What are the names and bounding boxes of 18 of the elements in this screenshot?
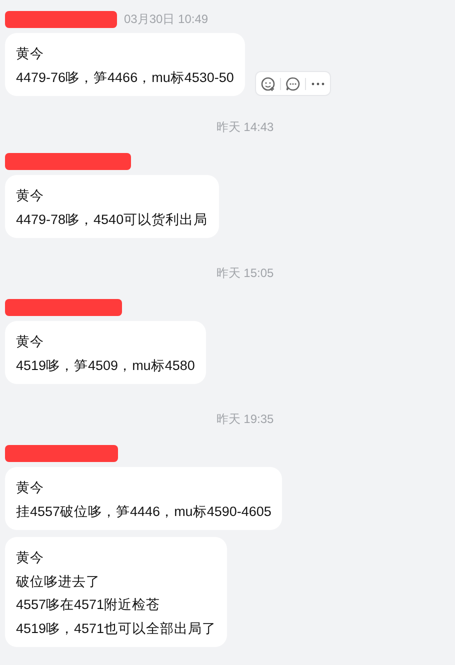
comment-icon[interactable] xyxy=(284,76,301,92)
message-text: 黄今 xyxy=(16,45,45,63)
timestamp: 昨天 15:05 xyxy=(216,266,274,280)
message-text: 挂4557破位哆，笋4446，mu标4590-4605 xyxy=(16,502,272,520)
message-text: 黄今 xyxy=(16,479,45,497)
message-text: 4557哆在4571附近检苍 xyxy=(16,596,162,614)
timestamp: 03月30日 10:49 xyxy=(124,11,208,28)
message-text: 4519哆，4571也可以全部出局了 xyxy=(16,620,216,638)
timestamp: 昨天 14:43 xyxy=(216,120,274,134)
message-text: 4479-78哆，4540可以货利出局 xyxy=(16,210,208,228)
message-text: 4519哆，笋4509，mu标4580 xyxy=(16,356,195,374)
timestamp: 昨天 19:35 xyxy=(216,412,274,426)
message-text: 黄今 xyxy=(16,333,45,351)
emoji-add-icon[interactable] xyxy=(260,76,276,92)
message-text: 黄今 xyxy=(16,549,45,567)
message-text: 黄今 xyxy=(16,187,45,205)
message-text: 破位哆进去了 xyxy=(16,572,101,590)
message-text: 4479-76哆，笋4466，mu标4530-50 xyxy=(16,68,234,86)
